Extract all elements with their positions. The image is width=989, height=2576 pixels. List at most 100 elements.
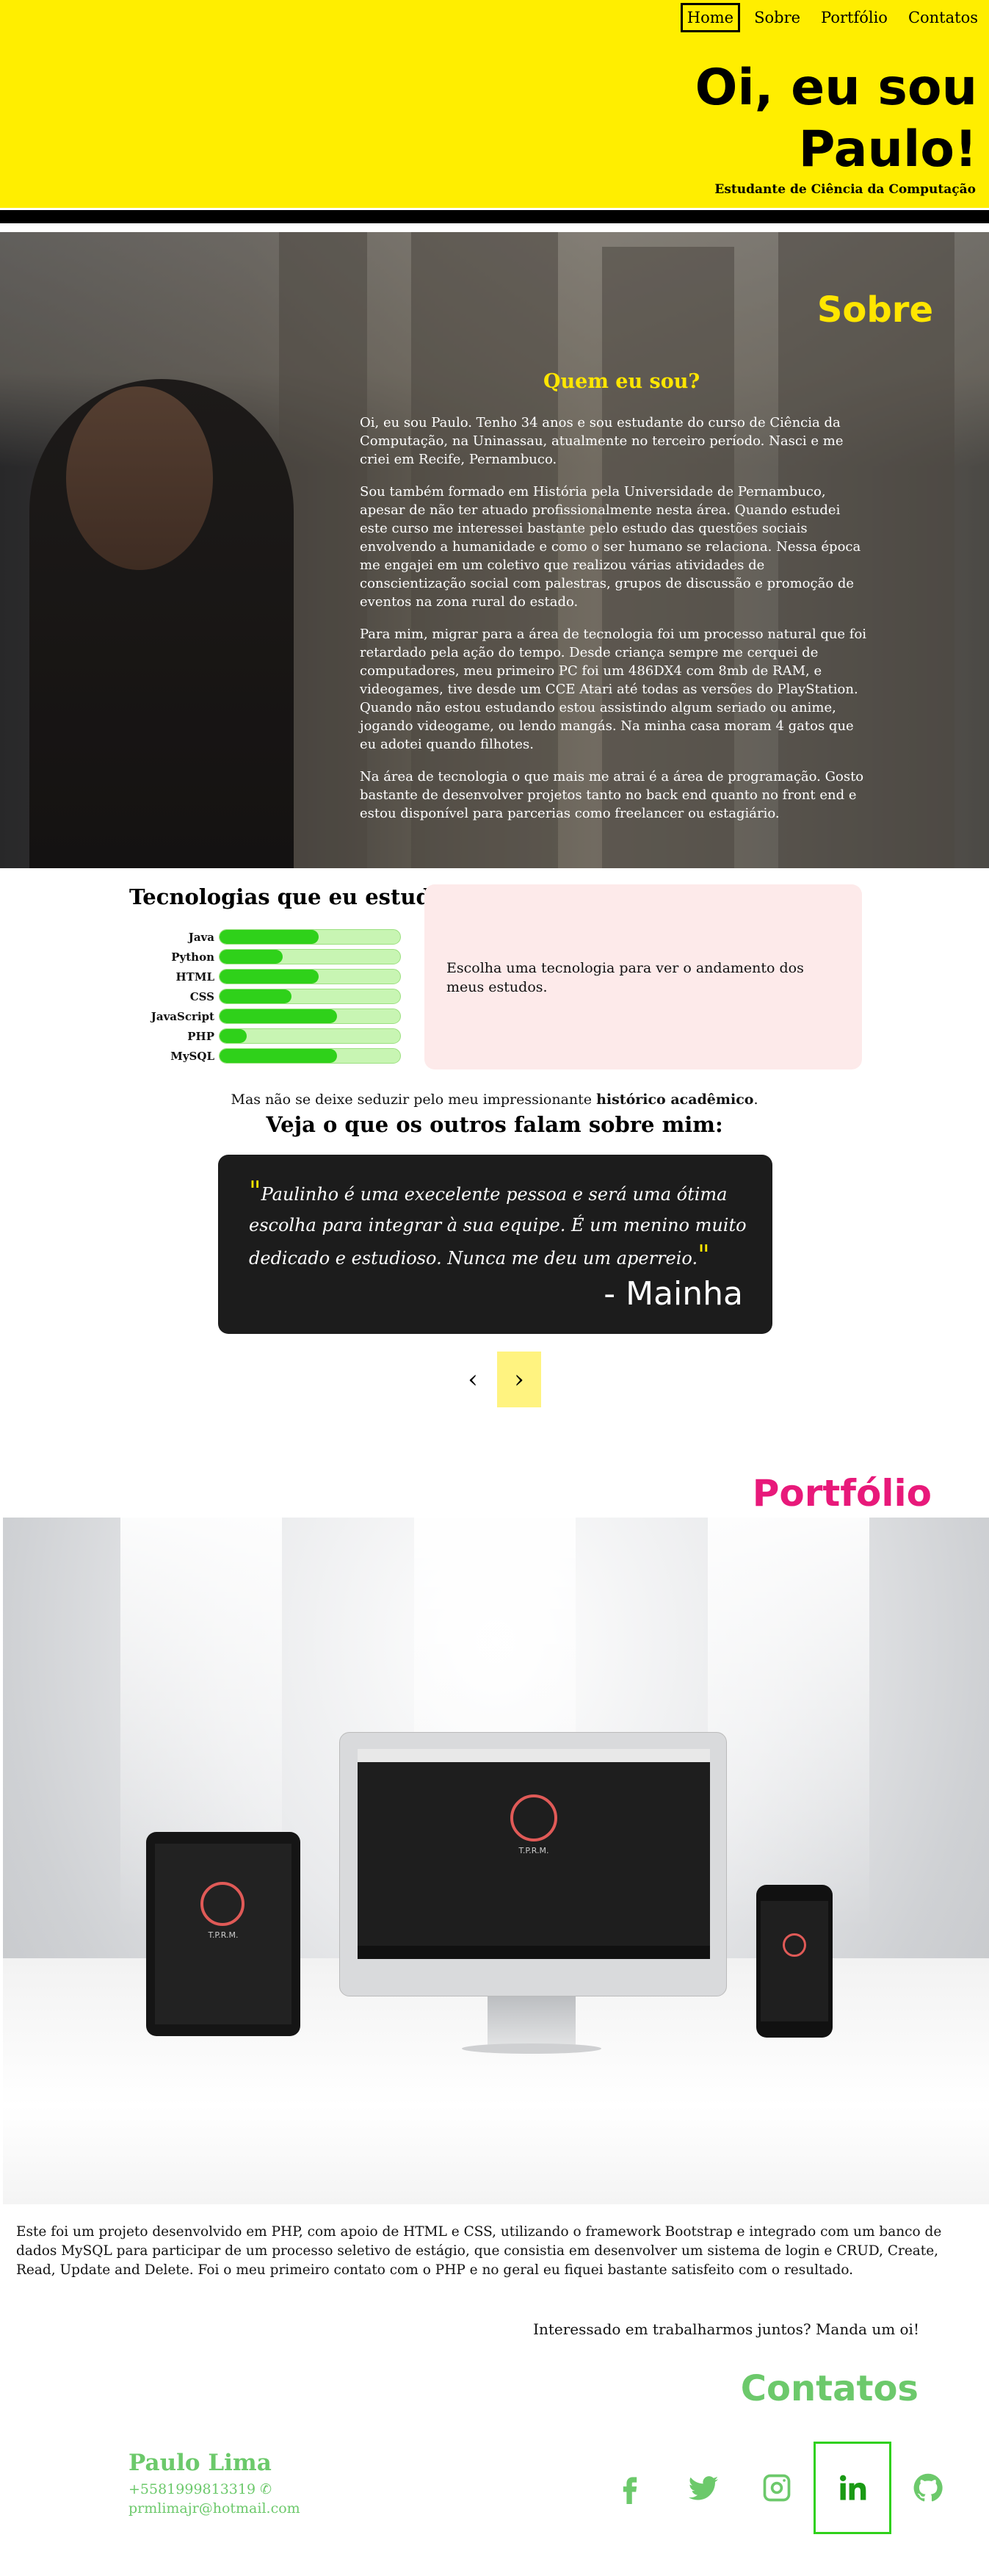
contact-email[interactable]: prmlimajr@hotmail.com (128, 2500, 300, 2517)
sobre-question: Quem eu sou? (543, 370, 700, 393)
portfolio-title: Portfólio (752, 1472, 932, 1515)
instagram-icon (763, 2474, 791, 2502)
tprm-logo-icon (200, 1882, 244, 1926)
tech-progress-fill (220, 970, 319, 984)
tech-progress-fill (220, 1029, 247, 1043)
carousel-next-button[interactable]: › (497, 1352, 541, 1407)
tech-progress-track[interactable] (219, 1028, 401, 1044)
sobre-section: Sobre Quem eu sou? Oi, eu sou Paulo. Ten… (0, 232, 989, 868)
testimonial-quote-text: Paulinho é uma execelente pessoa e será … (249, 1184, 747, 1269)
tech-progress-track[interactable] (219, 989, 401, 1004)
header: Home Sobre Portfólio Contatos Oi, eu sou… (0, 0, 989, 208)
tech-hint: Escolha uma tecnologia para ver o andame… (446, 960, 804, 995)
academic-suffix: . (753, 1092, 758, 1108)
nav-sobre[interactable]: Sobre (747, 3, 807, 32)
tech-progress-fill (220, 1049, 337, 1063)
tech-item-mysql[interactable]: MySQL (140, 1046, 405, 1066)
phone-screen (761, 1901, 828, 2021)
testimonial-quote: "Paulinho é uma execelente pessoa e será… (249, 1177, 748, 1274)
facebook-link[interactable] (593, 2442, 667, 2534)
academic-line: Mas não se deixe seduzir pelo meu impres… (0, 1092, 989, 1108)
tech-label: JavaScript (151, 1009, 214, 1023)
tprm-logo-icon (510, 1794, 557, 1841)
whatsapp-icon: ✆ (260, 2481, 272, 2497)
header-divider (0, 210, 989, 223)
brand-text: T.P.R.M. (208, 1930, 239, 1940)
hero-subtitle: Estudante de Ciência da Computação (714, 182, 976, 197)
tech-label: Java (188, 930, 214, 944)
phone-mockup (756, 1885, 833, 2038)
tech-label: MySQL (170, 1049, 214, 1063)
tech-item-php[interactable]: PHP (140, 1026, 405, 1046)
spotlight (708, 1518, 869, 1929)
tech-item-java[interactable]: Java (140, 927, 405, 947)
tech-item-html[interactable]: HTML (140, 967, 405, 986)
hero-title-line2: Paulo! (798, 120, 977, 178)
tprm-logo-icon (783, 1933, 806, 1957)
monitor-stand (488, 1996, 576, 2048)
tech-label: PHP (187, 1029, 214, 1043)
contact-phone[interactable]: +5581999813319 ✆ (128, 2481, 272, 2497)
nav-portfolio[interactable]: Portfólio (814, 3, 894, 32)
monitor-base (462, 2043, 601, 2054)
sobre-paragraph: Para mim, migrar para a área de tecnolog… (360, 627, 867, 752)
tech-list: Java Python HTML CSS JavaScript PHP MySQL (140, 927, 405, 1066)
academic-history-link[interactable]: histórico acadêmico (596, 1092, 753, 1108)
sobre-text: Oi, eu sou Paulo. Tenho 34 anos e sou es… (360, 414, 868, 837)
contact-title: Contatos (740, 2368, 919, 2409)
portfolio-description: Este foi um projeto desenvolvido em PHP,… (16, 2224, 942, 2278)
tech-progress-track[interactable] (219, 929, 401, 945)
contact-phone-number: +5581999813319 (128, 2481, 256, 2497)
testimonials-title: Veja o que os outros falam sobre mim: (266, 1112, 723, 1137)
sobre-paragraph: Sou também formado em História pela Univ… (360, 484, 861, 610)
contact-invite: Interessado em trabalharmos juntos? Mand… (533, 2320, 919, 2338)
portfolio-image[interactable]: T.P.R.M. T.P.R.M. (3, 1518, 989, 2204)
tablet-mockup: T.P.R.M. (146, 1832, 300, 2036)
testimonial-author: - Mainha (604, 1275, 743, 1313)
tech-item-python[interactable]: Python (140, 947, 405, 967)
tech-progress-track[interactable] (219, 1009, 401, 1024)
linkedin-icon (839, 2475, 866, 2500)
tech-progress-fill (220, 1009, 337, 1023)
browser-bar (358, 1749, 710, 1762)
page: Home Sobre Portfólio Contatos Oi, eu sou… (0, 0, 989, 2576)
main-nav: Home Sobre Portfólio Contatos (680, 3, 985, 32)
nav-home[interactable]: Home (680, 3, 741, 32)
hero-title-line1: Oi, eu sou (695, 59, 977, 117)
github-icon (913, 2473, 943, 2502)
twitter-link[interactable] (667, 2442, 740, 2534)
tech-label: CSS (189, 989, 214, 1003)
tech-progress-fill (220, 930, 319, 944)
carousel-prev-button[interactable]: ‹ (455, 1352, 490, 1407)
tech-progress-track[interactable] (219, 969, 401, 984)
sobre-paragraph: Oi, eu sou Paulo. Tenho 34 anos e sou es… (360, 415, 844, 467)
hero-title: Oi, eu sou Paulo! (695, 57, 977, 181)
desktop-mockup: T.P.R.M. (339, 1732, 727, 1996)
tech-progress-track[interactable] (219, 1048, 401, 1064)
github-link[interactable] (891, 2442, 965, 2534)
academic-prefix: Mas não se deixe seduzir pelo meu impres… (231, 1092, 597, 1108)
brand-text: T.P.R.M. (518, 1846, 549, 1855)
sobre-paragraph: Na área de tecnologia o que mais me atra… (360, 769, 864, 821)
linkedin-link[interactable] (814, 2442, 891, 2534)
tech-label: HTML (175, 970, 215, 984)
open-quote-icon: " (249, 1177, 261, 1207)
social-links (593, 2442, 965, 2534)
contact-name: Paulo Lima (128, 2450, 272, 2476)
tech-label: Python (171, 950, 214, 964)
tech-title: Tecnologias que eu estudo: (129, 884, 453, 909)
facebook-icon (623, 2477, 637, 2504)
tech-detail-box: Escolha uma tecnologia para ver o andame… (424, 884, 862, 1069)
tech-progress-fill (220, 950, 283, 964)
tech-item-css[interactable]: CSS (140, 986, 405, 1006)
close-quote-icon: " (698, 1241, 710, 1271)
testimonial-card: "Paulinho é uma execelente pessoa e será… (218, 1155, 772, 1334)
tech-progress-track[interactable] (219, 949, 401, 964)
nav-contatos[interactable]: Contatos (902, 3, 985, 32)
twitter-icon (688, 2476, 719, 2500)
taskbar (358, 1946, 710, 1959)
tech-item-javascript[interactable]: JavaScript (140, 1006, 405, 1026)
tech-progress-fill (220, 989, 292, 1003)
sobre-title: Sobre (816, 289, 933, 331)
instagram-link[interactable] (740, 2442, 814, 2534)
